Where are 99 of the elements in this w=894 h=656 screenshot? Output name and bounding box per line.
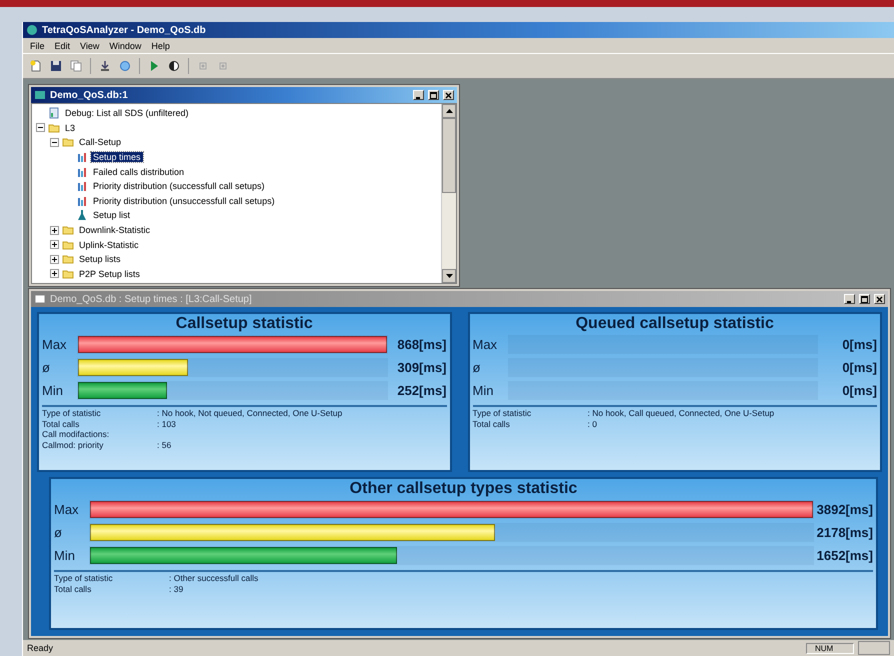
- expand-toggle[interactable]: [50, 226, 59, 235]
- panel-title: Other callsetup types statistic: [348, 479, 578, 498]
- value-reading: 2178[ms]: [816, 525, 873, 540]
- menu-item[interactable]: Edit: [50, 40, 76, 50]
- value-reading: 0[ms]: [841, 383, 877, 398]
- menu-item[interactable]: File: [25, 40, 50, 50]
- value-reading: 868[ms]: [396, 337, 446, 352]
- expand-toggle[interactable]: [50, 269, 59, 278]
- value-reading: 0[ms]: [841, 337, 877, 352]
- info-label: Total calls: [42, 418, 80, 429]
- folder-icon: [62, 238, 74, 251]
- maximize-icon: [861, 296, 868, 302]
- info-label: Type of statistic: [42, 408, 102, 418]
- document-icon: [48, 107, 60, 120]
- save-icon[interactable]: [50, 60, 62, 72]
- menu-item[interactable]: View: [75, 40, 104, 50]
- info-label: Type of statistic: [54, 573, 114, 584]
- tree-item[interactable]: L3: [63, 122, 78, 133]
- collapse-toggle[interactable]: [50, 138, 59, 147]
- value-reading: 252[ms]: [396, 383, 446, 398]
- close-icon: [876, 296, 883, 302]
- tree-item[interactable]: Downlink-Statistic: [77, 225, 152, 236]
- row-label: ø: [42, 360, 51, 375]
- info-label: Type of statistic: [472, 408, 532, 418]
- info-value: : No hook, Call queued, Connected, One U-Setup: [588, 408, 776, 418]
- row-label: Min: [42, 383, 64, 398]
- folder-icon: [48, 122, 60, 134]
- bar-chart-icon: [76, 166, 88, 178]
- tree-item[interactable]: Uplink-Statistic: [77, 240, 141, 250]
- play-icon[interactable]: [148, 60, 160, 72]
- row-label: ø: [54, 525, 63, 540]
- tree-item[interactable]: Setup list: [91, 210, 132, 220]
- bar-chart-icon: [76, 151, 88, 164]
- info-value: : 56: [157, 440, 172, 450]
- row-label: Min: [472, 383, 494, 398]
- tree-item[interactable]: Priority distribution (successfull call setups): [91, 181, 267, 192]
- window-title: Demo_QoS.db:1: [50, 90, 128, 100]
- new-file-icon[interactable]: [30, 60, 42, 72]
- collapse-toggle[interactable]: [36, 123, 45, 132]
- panel-title: Callsetup statistic: [174, 314, 314, 333]
- window-title: Demo_QoS.db : Setup times : [L3:Call-Setup]: [50, 294, 252, 304]
- value-reading: 0[ms]: [841, 360, 877, 375]
- info-label: Total calls: [54, 584, 92, 594]
- tree-item[interactable]: Failed calls distribution: [91, 166, 186, 177]
- info-value: : 103: [157, 418, 177, 429]
- scroll-down-icon[interactable]: [446, 274, 452, 278]
- value-reading: 1652[ms]: [816, 548, 873, 563]
- row-label: Max: [472, 337, 498, 352]
- maximize-button[interactable]: [428, 90, 439, 100]
- folder-icon: [62, 224, 74, 236]
- scrollbar[interactable]: [441, 104, 456, 283]
- expand-toggle[interactable]: [50, 254, 59, 264]
- expand-toggle[interactable]: [50, 240, 59, 250]
- info-value: : Other successfull calls: [169, 573, 260, 584]
- minimize-button[interactable]: [413, 90, 424, 100]
- download-icon[interactable]: [99, 60, 111, 72]
- bar-chart-icon: [76, 194, 88, 207]
- tree-item[interactable]: Debug: List all SDS (unfiltered): [63, 108, 191, 118]
- globe-icon[interactable]: [119, 60, 131, 72]
- folder-icon: [62, 253, 74, 266]
- app-icon: [26, 24, 38, 36]
- info-value: : No hook, Not queued, Connected, One U-Setup: [157, 408, 344, 418]
- scroll-up-icon[interactable]: [446, 109, 452, 113]
- close-button[interactable]: [443, 90, 454, 100]
- status-text: Ready: [27, 643, 54, 653]
- tree-item[interactable]: P2P Setup lists: [77, 268, 142, 279]
- row-label: Max: [42, 337, 68, 352]
- flask-icon: [76, 209, 88, 222]
- menu-item[interactable]: Window: [104, 40, 146, 50]
- contrast-icon[interactable]: [168, 60, 180, 72]
- info-value: : 39: [169, 584, 184, 594]
- panel-title: Queued callsetup statistic: [574, 314, 775, 333]
- tree-item[interactable]: Call-Setup: [77, 137, 124, 148]
- window-title: TetraQoSAnalyzer - Demo_QoS.db: [42, 24, 206, 36]
- window-icon: [34, 293, 46, 305]
- num-lock-indicator: NUM: [806, 642, 854, 654]
- maximize-button[interactable]: [859, 294, 870, 304]
- value-reading: 309[ms]: [396, 360, 446, 375]
- value-reading: 3892[ms]: [816, 502, 873, 517]
- folder-icon: [62, 136, 74, 148]
- info-label: Callmod: priority: [42, 440, 104, 450]
- minimize-button[interactable]: [844, 294, 855, 304]
- folder-icon: [62, 268, 74, 280]
- window-icon: [34, 89, 46, 101]
- row-label: ø: [472, 360, 482, 375]
- maximize-icon: [430, 92, 437, 98]
- close-icon: [445, 92, 452, 98]
- tree-item[interactable]: Priority distribution (unsuccessfull call setups): [91, 196, 277, 206]
- close-button[interactable]: [874, 294, 885, 304]
- info-value: : 0: [588, 418, 598, 429]
- copy-icon[interactable]: [70, 60, 82, 72]
- info-label: Call modifactions:: [42, 429, 110, 440]
- bar-chart-icon: [76, 180, 88, 192]
- row-label: Max: [54, 502, 80, 517]
- row-label: Min: [54, 548, 76, 563]
- info-label: Total calls: [472, 418, 511, 429]
- tree-item[interactable]: Setup times: [91, 152, 143, 162]
- tree-item[interactable]: Setup lists: [77, 254, 123, 264]
- menu-item[interactable]: Help: [146, 40, 175, 50]
